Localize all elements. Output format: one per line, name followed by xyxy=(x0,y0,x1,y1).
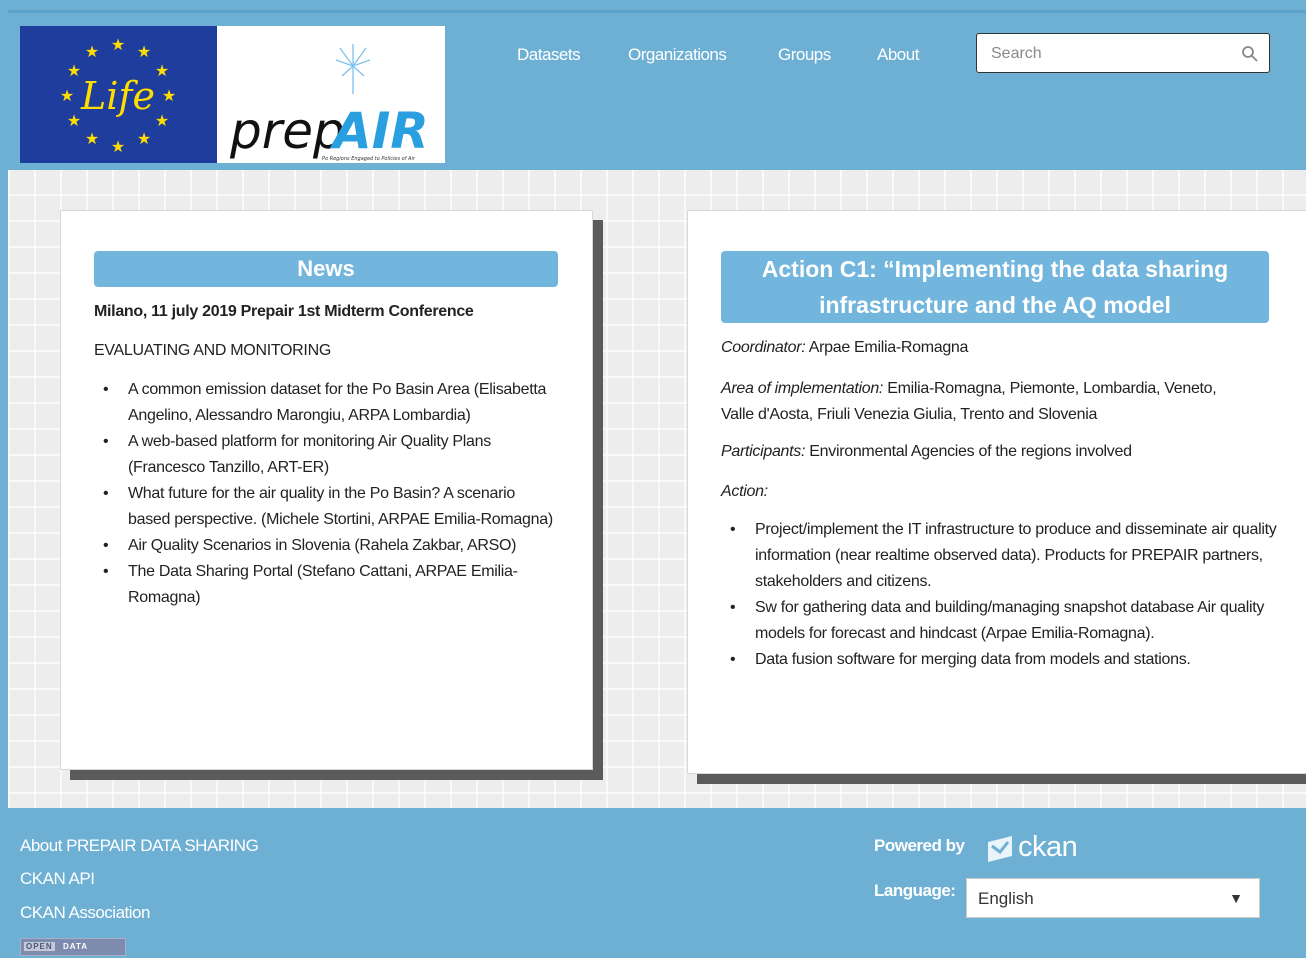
svg-text:★: ★ xyxy=(67,61,81,80)
footer-link-ckan-api[interactable]: CKAN API xyxy=(20,869,95,889)
coordinator-value: Arpae Emilia-Romagna xyxy=(805,339,969,356)
open-data-badge[interactable]: OPEN DATA xyxy=(20,938,126,956)
language-value: English xyxy=(978,889,1034,908)
list-item: Sw for gathering data and building/manag… xyxy=(721,595,1296,647)
chevron-down-icon: ▼ xyxy=(1229,890,1243,906)
language-label: Language: xyxy=(874,881,956,900)
list-item: What future for the air quality in the P… xyxy=(94,481,554,533)
site-logo[interactable]: ★ ★ ★ ★ ★ ★ ★ ★ ★ ★ ★ ★ Life prep AIR Po Regions… xyxy=(20,26,445,163)
svg-text:prep: prep xyxy=(229,102,345,160)
area-row: Area of implementation: Emilia-Romagna, … xyxy=(721,376,1221,428)
svg-text:★: ★ xyxy=(155,111,169,130)
ckan-link[interactable]: ckan xyxy=(1018,831,1078,864)
svg-text:★: ★ xyxy=(137,129,151,148)
svg-text:★: ★ xyxy=(111,137,125,156)
action-title-line2: infrastructure and the AQ model xyxy=(819,292,1171,318)
list-item: A common emission dataset for the Po Bas… xyxy=(94,377,554,429)
site-footer: About PREPAIR DATA SHARING CKAN API CKAN… xyxy=(8,808,1306,958)
action-label: Action: xyxy=(721,483,768,500)
svg-text:★: ★ xyxy=(155,61,169,80)
svg-text:Po Regions Engaged to Policies: Po Regions Engaged to Policies of Air xyxy=(322,156,416,162)
participants-row: Participants: Environmental Agencies of … xyxy=(721,443,1132,461)
svg-text:★: ★ xyxy=(60,86,74,105)
footer-link-ckan-association[interactable]: CKAN Association xyxy=(20,903,150,923)
page: ★ ★ ★ ★ ★ ★ ★ ★ ★ ★ ★ ★ Life prep AIR Po Regions… xyxy=(8,10,1306,958)
footer-link-about[interactable]: About PREPAIR DATA SHARING xyxy=(20,836,259,856)
svg-text:★: ★ xyxy=(162,86,176,105)
open-data-badge-data: DATA xyxy=(63,942,89,951)
list-item: Project/implement the IT infrastructure … xyxy=(721,517,1296,595)
news-subhead: EVALUATING AND MONITORING xyxy=(94,342,331,359)
participants-value: Environmental Agencies of the regions in… xyxy=(805,443,1132,460)
coordinator-label: Coordinator: xyxy=(721,339,806,356)
svg-text:★: ★ xyxy=(111,35,125,54)
svg-text:★: ★ xyxy=(67,111,81,130)
logo-graphic: ★ ★★ ★★★ ★★★ ★★★ Life prep AIR Po Regions… xyxy=(20,26,445,163)
site-header: ★ ★ ★ ★ ★ ★ ★ ★ ★ ★ ★ ★ Life prep AIR Po Regions… xyxy=(8,10,1306,173)
list-item: Data fusion software for merging data fr… xyxy=(721,647,1296,673)
action-title-line1: Action C1: “Implementing the data sharin… xyxy=(761,256,1229,282)
open-data-badge-open: OPEN xyxy=(24,942,55,951)
nav-organizations[interactable]: Organizations xyxy=(628,45,727,65)
search-input[interactable] xyxy=(989,42,1233,66)
action-title: Action C1: “Implementing the data sharin… xyxy=(721,251,1269,323)
svg-text:AIR: AIR xyxy=(329,102,429,160)
nav-datasets[interactable]: Datasets xyxy=(517,45,581,65)
ckan-logo-icon[interactable] xyxy=(986,834,1014,864)
search-icon[interactable] xyxy=(1241,45,1259,63)
news-card: News Milano, 11 july 2019 Prepair 1st Mi… xyxy=(60,210,593,770)
participants-label: Participants: xyxy=(721,443,806,460)
powered-by-label: Powered by xyxy=(874,836,965,855)
list-item: The Data Sharing Portal (Stefano Cattani… xyxy=(94,559,554,611)
area-label: Area of implementation: xyxy=(721,380,884,397)
svg-text:★: ★ xyxy=(137,42,151,61)
action-list: Project/implement the IT infrastructure … xyxy=(721,517,1296,673)
list-item: A web-based platform for monitoring Air … xyxy=(94,429,554,481)
language-select[interactable]: English ▼ xyxy=(966,878,1260,918)
svg-text:★: ★ xyxy=(85,42,99,61)
list-item: Air Quality Scenarios in Slovenia (Rahel… xyxy=(94,533,554,559)
news-list: A common emission dataset for the Po Bas… xyxy=(94,377,554,611)
main-content: News Milano, 11 july 2019 Prepair 1st Mi… xyxy=(8,170,1306,808)
coordinator-row: Coordinator: Arpae Emilia-Romagna xyxy=(721,339,968,357)
svg-text:★: ★ xyxy=(85,129,99,148)
news-title: News xyxy=(94,251,558,287)
action-card: Action C1: “Implementing the data sharin… xyxy=(687,210,1306,774)
search-box xyxy=(976,33,1270,73)
news-headline: Milano, 11 july 2019 Prepair 1st Midterm… xyxy=(94,303,474,320)
nav-groups[interactable]: Groups xyxy=(778,45,831,65)
nav-about[interactable]: About xyxy=(877,45,919,65)
svg-text:Life: Life xyxy=(80,74,155,118)
